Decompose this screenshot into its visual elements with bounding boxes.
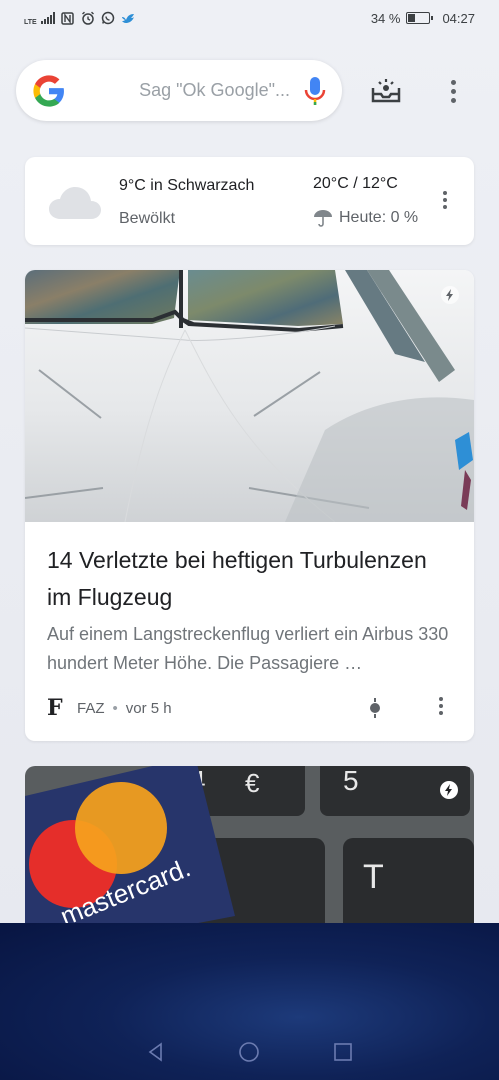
alarm-icon bbox=[81, 11, 95, 25]
airplane-cockpit-image[interactable] bbox=[25, 270, 474, 522]
news-source-row[interactable]: F FAZ • vor 5 h bbox=[47, 695, 172, 721]
status-bar: LTE 34 % 04:27 bbox=[0, 0, 499, 36]
umbrella-icon bbox=[314, 210, 332, 227]
interest-control-icon[interactable] bbox=[365, 696, 385, 720]
weather-menu-icon[interactable] bbox=[435, 191, 455, 209]
faz-logo: F bbox=[47, 695, 63, 721]
news-snippet[interactable]: Auf einem Langstreckenflug verliert ein … bbox=[47, 620, 451, 678]
battery-icon bbox=[406, 12, 434, 24]
navigation-bar bbox=[0, 1030, 499, 1074]
card-menu-icon[interactable] bbox=[431, 697, 451, 715]
home-icon[interactable] bbox=[238, 1041, 260, 1063]
weather-rain: Heute: 0 % bbox=[313, 209, 418, 227]
bird-icon bbox=[121, 11, 135, 25]
weather-high-low: 20°C / 12°C bbox=[313, 175, 398, 192]
recents-icon[interactable] bbox=[333, 1042, 353, 1062]
signal-icon bbox=[40, 12, 55, 24]
meta-separator: • bbox=[112, 699, 118, 717]
weather-location-temp: 9°C in Schwarzach bbox=[119, 177, 255, 194]
news-card-2[interactable]: 4 € 5 T mastercard. bbox=[25, 766, 474, 946]
mastercard-keyboard-image[interactable]: 4 € 5 T mastercard. bbox=[25, 766, 474, 946]
microphone-icon[interactable] bbox=[304, 76, 326, 106]
weather-card[interactable]: 9°C in Schwarzach Bewölkt 20°C / 12°C He… bbox=[25, 157, 474, 245]
status-right: 34 % 04:27 bbox=[371, 11, 475, 26]
search-placeholder[interactable]: Sag "Ok Google"... bbox=[66, 80, 304, 101]
search-bar[interactable]: Sag "Ok Google"... bbox=[16, 60, 342, 121]
news-source: FAZ bbox=[77, 699, 105, 717]
network-type: LTE bbox=[24, 18, 37, 26]
cloud-icon bbox=[49, 187, 101, 219]
overflow-menu-icon[interactable] bbox=[440, 76, 466, 106]
key-5: 5 bbox=[343, 766, 359, 796]
news-title[interactable]: 14 Verletzte bei heftigen Turbulenzen im… bbox=[47, 542, 457, 616]
weather-condition: Bewölkt bbox=[119, 210, 176, 227]
updates-tray-icon[interactable] bbox=[370, 74, 402, 106]
nfc-icon bbox=[61, 11, 75, 25]
google-logo-icon bbox=[33, 74, 64, 107]
clock: 04:27 bbox=[442, 10, 475, 26]
news-card[interactable]: 14 Verletzte bei heftigen Turbulenzen im… bbox=[25, 270, 474, 741]
back-icon[interactable] bbox=[146, 1042, 166, 1062]
amp-bolt-icon bbox=[441, 286, 459, 304]
status-left: LTE bbox=[24, 11, 135, 26]
battery-percent: 34 % bbox=[370, 10, 401, 26]
weather-rain-text: Heute: 0 % bbox=[339, 209, 419, 226]
news-age: vor 5 h bbox=[125, 699, 172, 717]
battery-fill bbox=[408, 14, 416, 22]
amp-bolt-icon-2 bbox=[440, 781, 458, 799]
key-euro: € bbox=[245, 768, 260, 798]
key-t: T bbox=[363, 858, 384, 896]
whatsapp-icon bbox=[101, 11, 115, 25]
